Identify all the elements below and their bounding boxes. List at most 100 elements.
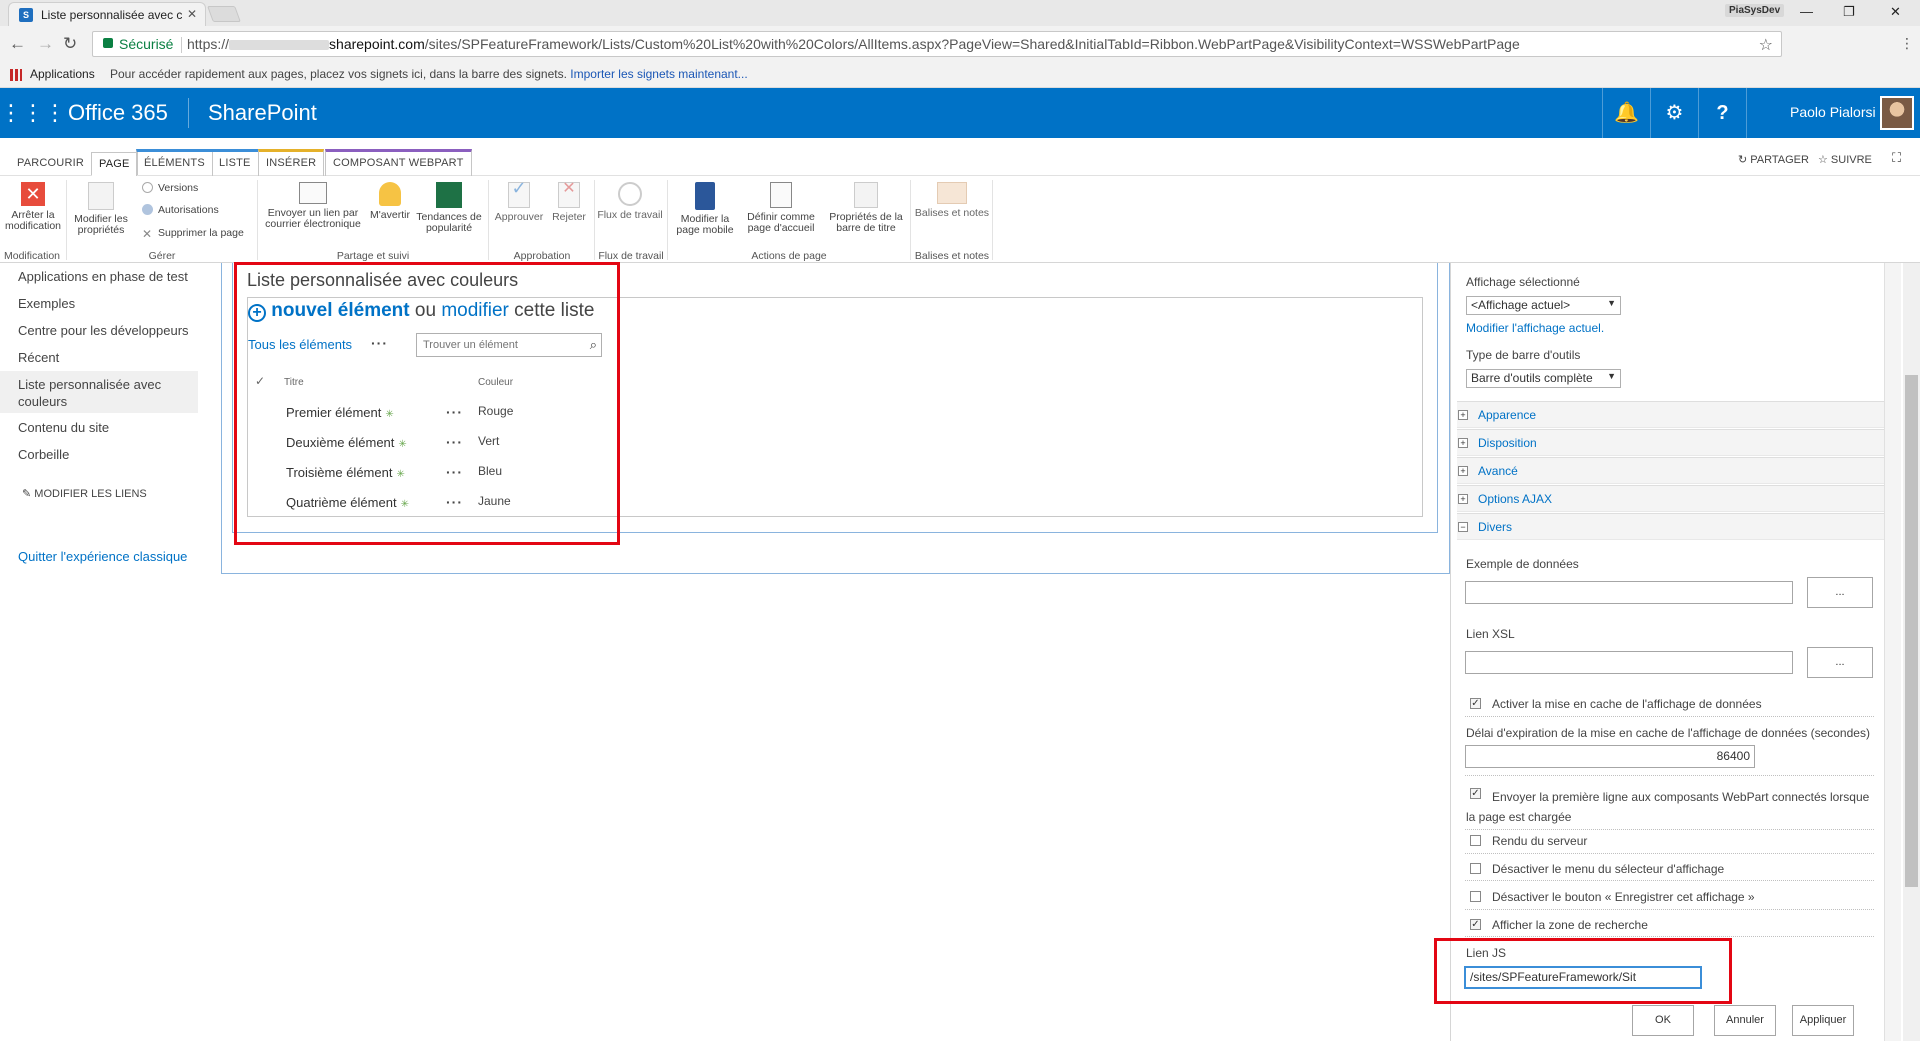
enable-cache-checkbox[interactable]: ✓ <box>1470 698 1481 709</box>
tab-composant-webpart[interactable]: COMPOSANT WEBPART <box>325 149 472 176</box>
focus-content-icon[interactable]: ⛶ <box>1892 150 1901 166</box>
office365-brand[interactable]: Office 365 <box>68 100 168 126</box>
versions-icon <box>142 182 153 193</box>
nav-dev-center[interactable]: Centre pour les développeurs <box>18 323 189 338</box>
nav-custom-list-cont[interactable]: couleurs <box>18 394 67 409</box>
tags-notes-button[interactable]: Balises et notes <box>914 182 990 219</box>
server-render-checkbox[interactable] <box>1470 835 1481 846</box>
tab-elements[interactable]: ÉLÉMENTS <box>136 149 213 176</box>
xsl-link-input[interactable] <box>1465 651 1793 674</box>
section-advanced[interactable]: + Avancé <box>1457 457 1884 484</box>
xsl-link-browse-button[interactable]: ... <box>1807 647 1873 678</box>
gear-icon[interactable]: ⚙ <box>1650 88 1698 138</box>
apply-button[interactable]: Appliquer <box>1792 1005 1854 1036</box>
avatar[interactable] <box>1880 96 1914 130</box>
reload-icon[interactable]: ↻ <box>63 34 77 54</box>
section-ajax[interactable]: + Options AJAX <box>1457 485 1884 512</box>
browser-tab[interactable]: S Liste personnalisée avec c ✕ <box>8 2 206 26</box>
expand-icon: + <box>1458 410 1468 420</box>
help-icon[interactable]: ? <box>1698 88 1746 138</box>
cancel-button[interactable]: Annuler <box>1714 1005 1776 1036</box>
reject-button[interactable]: ✕ Rejeter <box>548 181 590 223</box>
url-text[interactable]: https:// sharepoint.com/sites/SPFeatureFr… <box>187 36 1520 52</box>
mobile-icon <box>695 182 715 210</box>
alert-me-button[interactable]: M'avertir <box>366 182 414 221</box>
follow-button[interactable]: ☆ SUIVRE <box>1818 153 1872 166</box>
title-props-button[interactable]: Propriétés de la barre de titre <box>824 182 908 234</box>
tab-liste[interactable]: LISTE <box>212 149 259 176</box>
nav-recent[interactable]: Récent <box>18 350 59 365</box>
nav-site-contents[interactable]: Contenu du site <box>18 420 109 435</box>
versions-button[interactable]: Versions <box>142 182 198 194</box>
forward-icon[interactable]: → <box>37 34 54 54</box>
approve-label: Approuver <box>494 211 544 223</box>
edit-view-link[interactable]: Modifier l'affichage actuel. <box>1466 321 1604 335</box>
exit-classic-link[interactable]: Quitter l'expérience classique <box>18 549 187 564</box>
tab-parcourir[interactable]: PARCOURIR <box>10 152 91 176</box>
stop-editing-button[interactable]: ✕ Arrêter la modification <box>4 182 62 232</box>
disable-view-menu-checkbox[interactable] <box>1470 863 1481 874</box>
approve-button[interactable]: ✓ Approuver <box>492 179 546 223</box>
sample-data-input[interactable] <box>1465 581 1793 604</box>
share-button[interactable]: ↻ PARTAGER <box>1738 153 1809 166</box>
reject-label: Rejeter <box>552 211 586 223</box>
nav-custom-list[interactable]: Liste personnalisée avec <box>18 377 161 392</box>
ribbon-separator <box>257 180 258 260</box>
profile-badge[interactable]: PiaSysDev <box>1725 4 1785 17</box>
cache-timeout-input[interactable]: 86400 <box>1465 745 1755 768</box>
properties-icon <box>88 182 114 210</box>
selected-view-select[interactable]: <Affichage actuel> ▼ <box>1466 296 1621 315</box>
ribbon-separator <box>992 180 993 260</box>
tool-pane-scrollbar[interactable] <box>1884 263 1901 1041</box>
nav-recycle-bin[interactable]: Corbeille <box>18 447 69 462</box>
email-link-button[interactable]: Envoyer un lien par courrier électroniqu… <box>262 182 364 230</box>
show-search-checkbox[interactable]: ✓ <box>1470 919 1481 930</box>
new-tab-button[interactable] <box>207 6 241 22</box>
apps-grid-icon[interactable] <box>10 69 22 81</box>
bookmarks-apps[interactable]: Applications <box>30 67 95 81</box>
edit-props-label: Modifier les propriétés <box>74 213 128 236</box>
close-tab-icon[interactable]: ✕ <box>187 7 197 21</box>
close-window-icon[interactable]: ✕ <box>1890 4 1901 20</box>
app-launcher-icon[interactable]: ⋮⋮⋮ <box>0 88 66 138</box>
edit-links-button[interactable]: ✎ MODIFIER LES LIENS <box>22 487 147 500</box>
nav-examples[interactable]: Exemples <box>18 296 75 311</box>
bell-icon[interactable]: 🔔 <box>1602 88 1650 138</box>
tab-page[interactable]: PAGE <box>91 152 138 176</box>
tab-inserer[interactable]: INSÉRER <box>258 149 325 176</box>
nav-apps-testing[interactable]: Applications en phase de test <box>18 269 188 284</box>
popularity-label: Tendances de popularité <box>416 211 482 234</box>
divider <box>1465 853 1874 854</box>
section-appearance[interactable]: + Apparence <box>1457 401 1884 428</box>
suite-divider <box>188 98 189 128</box>
versions-label: Versions <box>158 182 199 194</box>
disable-save-view-checkbox[interactable] <box>1470 891 1481 902</box>
address-toolbar: ← → ↻ Sécurisé https:// sharepoint.com/si… <box>0 26 1920 62</box>
group-approval: Approbation <box>513 250 571 262</box>
bookmark-star-icon[interactable]: ☆ <box>1759 35 1773 55</box>
delete-page-button[interactable]: ✕ Supprimer la page <box>142 227 244 240</box>
workflow-label: Flux de travail <box>597 209 663 221</box>
user-name[interactable]: Paolo Pialorsi <box>1790 104 1876 120</box>
permissions-button[interactable]: Autorisations <box>142 204 219 216</box>
ok-button[interactable]: OK <box>1632 1005 1694 1036</box>
toolbar-type-select[interactable]: Barre d'outils complète ▼ <box>1466 369 1621 388</box>
workflow-button[interactable]: Flux de travail <box>596 182 664 221</box>
browser-menu-icon[interactable]: ⋮ <box>1900 35 1914 52</box>
mobile-page-button[interactable]: Modifier la page mobile <box>670 182 740 236</box>
sharepoint-brand[interactable]: SharePoint <box>208 100 317 126</box>
edit-properties-button[interactable]: Modifier les propriétés <box>70 182 132 236</box>
restore-icon[interactable]: ❐ <box>1843 4 1855 20</box>
sample-data-browse-button[interactable]: ... <box>1807 577 1873 608</box>
page-scroll-thumb[interactable] <box>1905 375 1918 887</box>
section-layout[interactable]: + Disposition <box>1457 429 1884 456</box>
dropdown-arrow-icon: ▼ <box>1607 371 1616 381</box>
back-icon[interactable]: ← <box>9 34 26 54</box>
popularity-button[interactable]: Tendances de popularité <box>416 182 482 234</box>
url-bar[interactable]: Sécurisé https:// sharepoint.com/sites/SP… <box>92 31 1782 57</box>
section-misc[interactable]: − Divers <box>1457 513 1884 540</box>
import-bookmarks-link[interactable]: Importer les signets maintenant... <box>570 67 747 81</box>
bookmarks-bar: Applications Pour accéder rapidement aux… <box>0 62 1920 88</box>
set-homepage-button[interactable]: Définir comme page d'accueil <box>746 182 816 234</box>
minimize-icon[interactable]: — <box>1800 4 1813 19</box>
